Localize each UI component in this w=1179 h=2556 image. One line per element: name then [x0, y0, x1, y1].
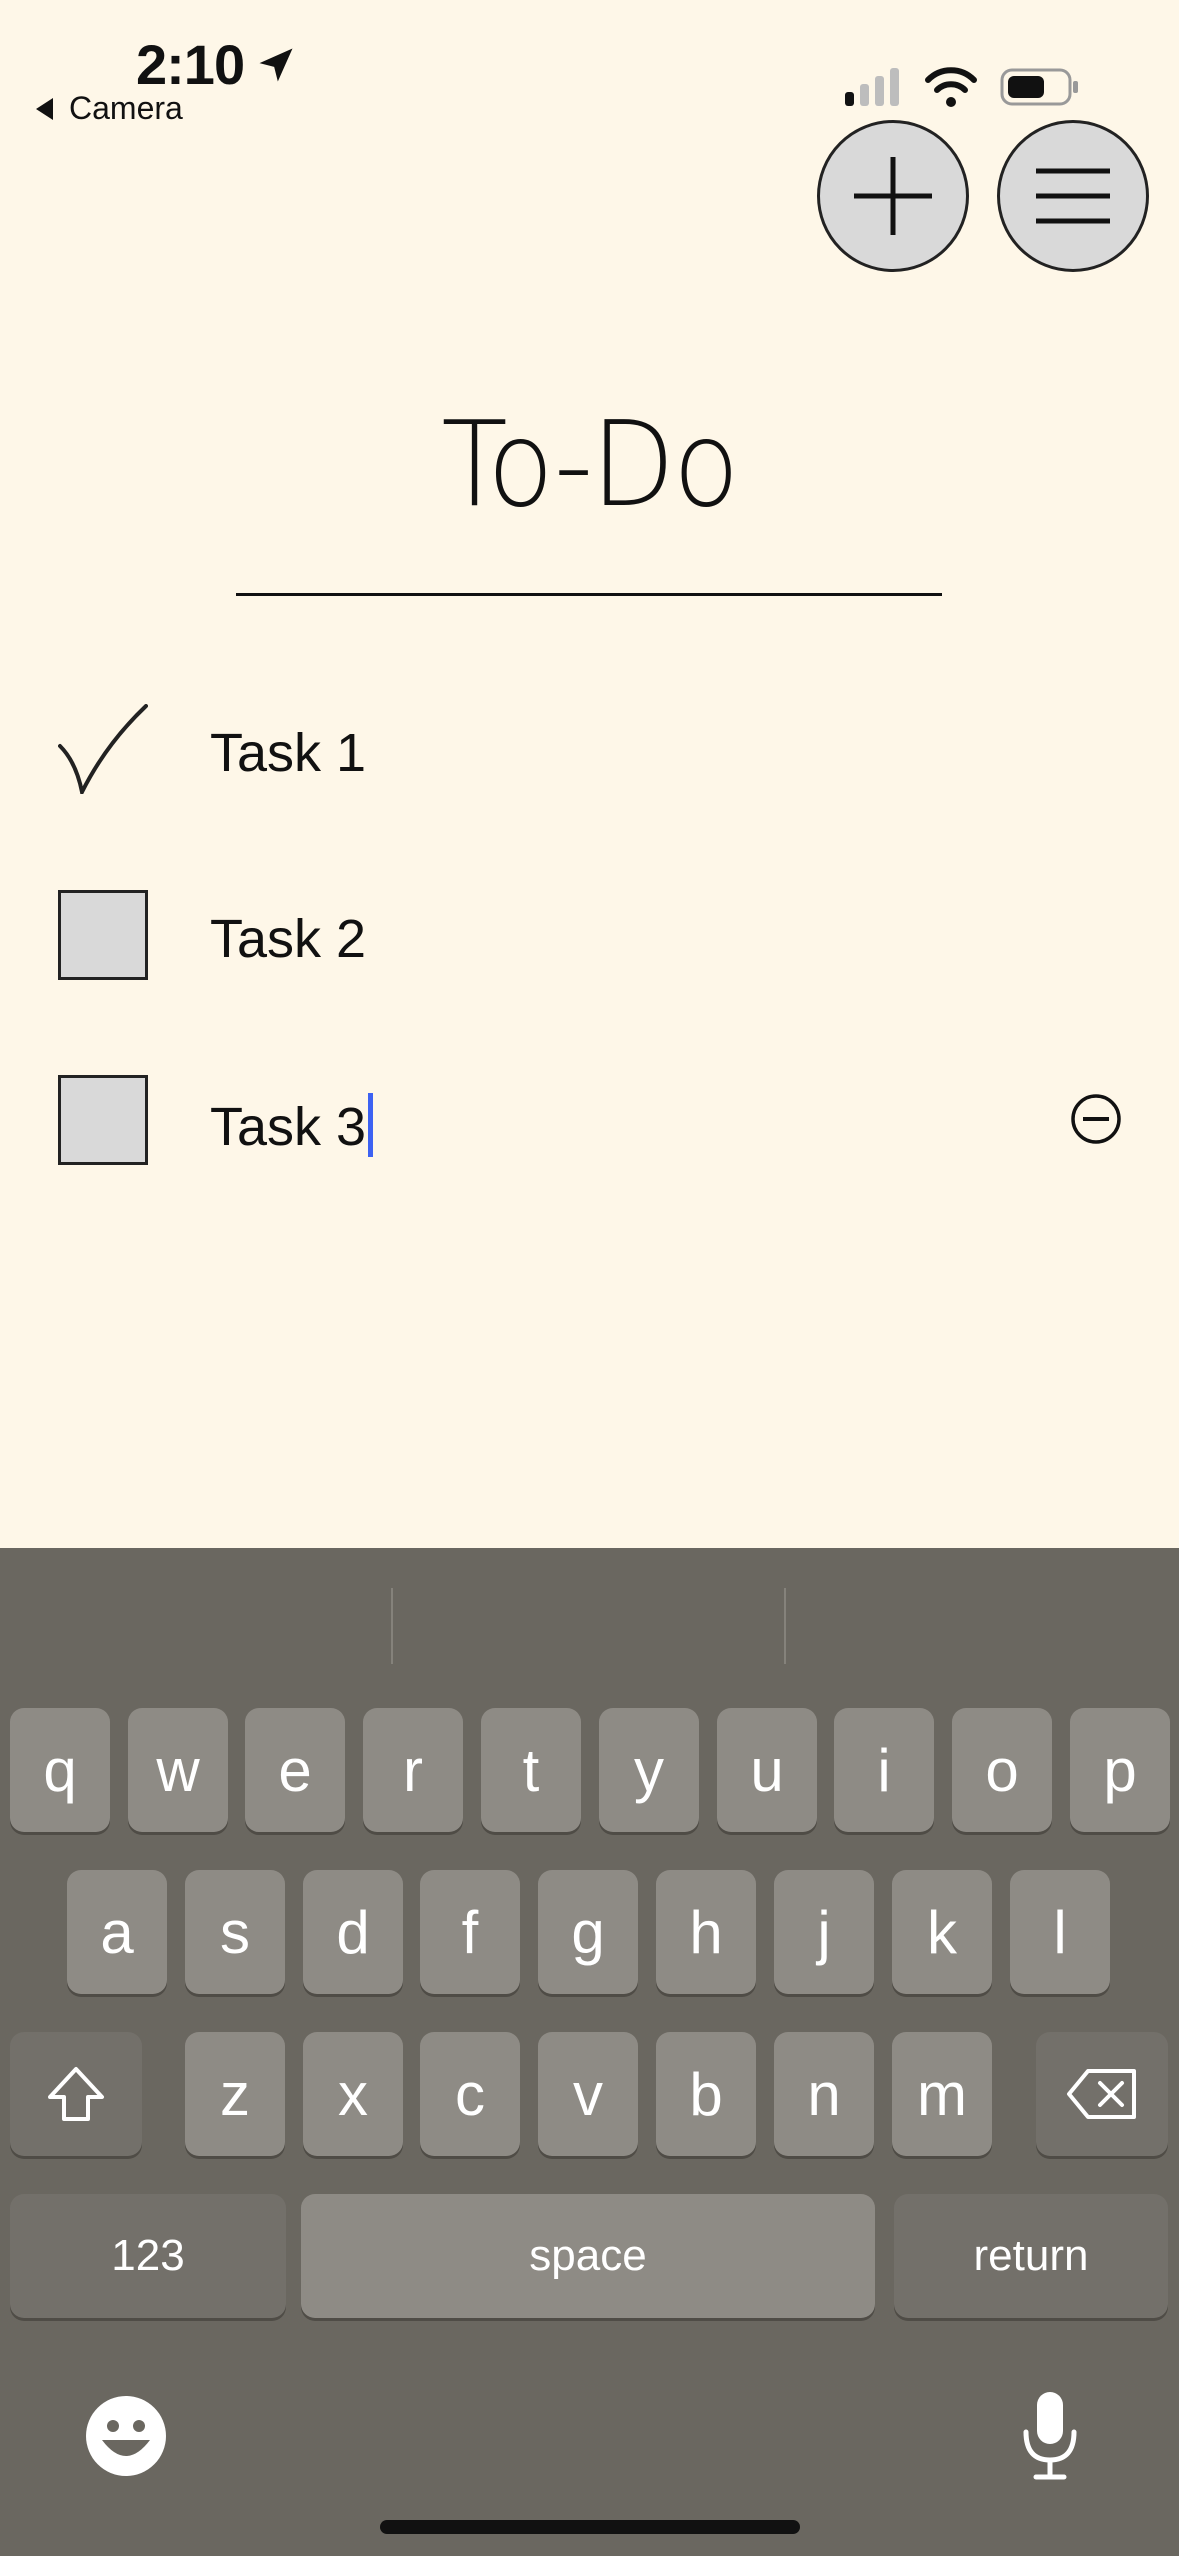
keyboard: q w e r t y u i o p a s d f g h j k l z … — [0, 1548, 1179, 2556]
task-row: Task 3 — [0, 1075, 1179, 1205]
remove-task-icon[interactable] — [1070, 1093, 1122, 1145]
task-row: Task 1 — [0, 704, 1179, 834]
time-label: 2:10 — [136, 33, 245, 96]
plus-icon — [854, 157, 932, 235]
key-f[interactable]: f — [420, 1870, 520, 1994]
location-icon — [259, 48, 293, 81]
task-checkbox[interactable] — [58, 890, 148, 980]
page-title: To-Do — [441, 395, 739, 533]
key-k[interactable]: k — [892, 1870, 992, 1994]
shift-icon — [48, 2067, 104, 2121]
key-e[interactable]: e — [245, 1708, 345, 1832]
task-row: Task 2 — [0, 890, 1179, 1020]
numbers-key[interactable]: 123 — [10, 2194, 286, 2318]
status-time: 2:10 — [136, 32, 298, 97]
key-z[interactable]: z — [185, 2032, 285, 2156]
key-x[interactable]: x — [303, 2032, 403, 2156]
key-v[interactable]: v — [538, 2032, 638, 2156]
key-q[interactable]: q — [10, 1708, 110, 1832]
key-r[interactable]: r — [363, 1708, 463, 1832]
emoji-icon[interactable] — [84, 2394, 168, 2478]
battery-icon — [1000, 68, 1078, 106]
task-label[interactable]: Task 1 — [210, 722, 366, 784]
title-divider — [236, 593, 942, 596]
suggestion-divider — [784, 1588, 786, 1664]
cellular-signal-icon — [845, 66, 899, 106]
back-arrow-icon — [36, 97, 53, 120]
menu-button[interactable] — [997, 120, 1149, 272]
task-label[interactable]: Task 2 — [210, 908, 366, 970]
task-checkbox[interactable] — [58, 1075, 148, 1165]
key-n[interactable]: n — [774, 2032, 874, 2156]
delete-key[interactable] — [1036, 2032, 1168, 2156]
back-app-label: Camera — [69, 90, 183, 126]
key-t[interactable]: t — [481, 1708, 581, 1832]
key-l[interactable]: l — [1010, 1870, 1110, 1994]
wifi-icon — [925, 67, 977, 107]
key-j[interactable]: j — [774, 1870, 874, 1994]
key-g[interactable]: g — [538, 1870, 638, 1994]
key-p[interactable]: p — [1070, 1708, 1170, 1832]
key-a[interactable]: a — [67, 1870, 167, 1994]
text-caret — [368, 1093, 374, 1157]
shift-key[interactable] — [10, 2032, 142, 2156]
suggestion-divider — [391, 1588, 393, 1664]
key-m[interactable]: m — [892, 2032, 992, 2156]
key-u[interactable]: u — [717, 1708, 817, 1832]
backspace-icon — [1067, 2069, 1136, 2119]
add-task-button[interactable] — [817, 120, 969, 272]
checkmark-icon[interactable] — [58, 704, 148, 794]
key-h[interactable]: h — [656, 1870, 756, 1994]
task-label: Task 3 — [210, 1097, 367, 1157]
return-key[interactable]: return — [894, 2194, 1168, 2318]
back-to-camera-link[interactable]: Camera — [36, 90, 183, 127]
task-input[interactable]: Task 3 — [210, 1093, 374, 1158]
key-y[interactable]: y — [599, 1708, 699, 1832]
hamburger-icon — [1036, 168, 1110, 224]
key-b[interactable]: b — [656, 2032, 756, 2156]
key-d[interactable]: d — [303, 1870, 403, 1994]
space-key[interactable]: space — [301, 2194, 875, 2318]
key-o[interactable]: o — [952, 1708, 1052, 1832]
microphone-icon[interactable] — [1018, 2388, 1082, 2482]
home-indicator[interactable] — [380, 2520, 800, 2534]
key-i[interactable]: i — [834, 1708, 934, 1832]
key-s[interactable]: s — [185, 1870, 285, 1994]
key-c[interactable]: c — [420, 2032, 520, 2156]
key-w[interactable]: w — [128, 1708, 228, 1832]
